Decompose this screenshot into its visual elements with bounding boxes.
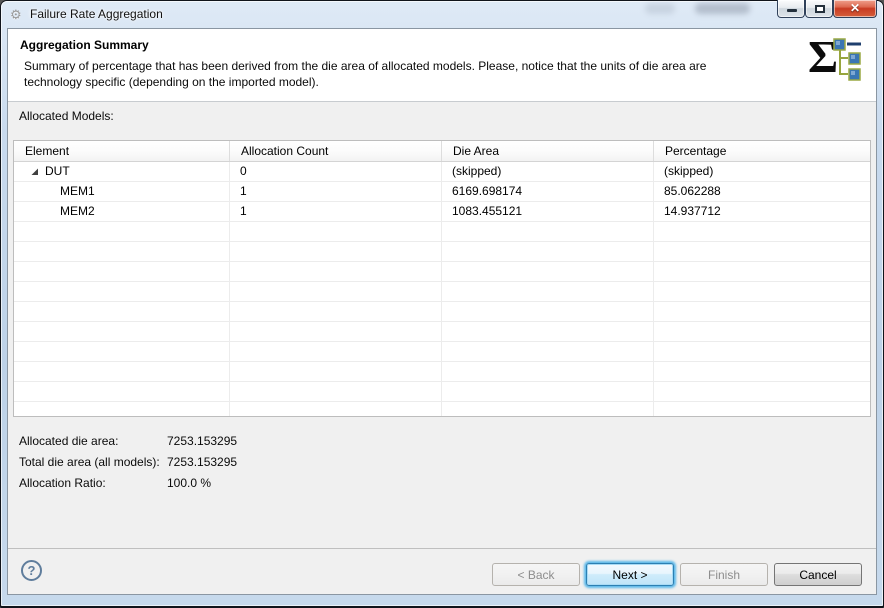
table-row-empty (14, 402, 870, 416)
table-row-empty (14, 262, 870, 282)
page-title: Aggregation Summary (20, 38, 149, 52)
summary-row-ratio: Allocation Ratio: 100.0 % (19, 473, 237, 494)
title-bar[interactable]: ⚙ Failure Rate Aggregation (0, 0, 884, 28)
summary-label: Allocated die area: (19, 434, 119, 448)
table-row-dut[interactable]: DUT 0 (skipped) (skipped) (14, 162, 870, 182)
column-header-allocation-count[interactable]: Allocation Count (230, 141, 442, 161)
close-icon: ✕ (849, 1, 861, 15)
finish-button[interactable]: Finish (680, 563, 768, 586)
cell-allocation-count: 0 (230, 162, 442, 181)
table-row-empty (14, 222, 870, 242)
table-row-mem2[interactable]: MEM2 1 1083.455121 14.937712 (14, 202, 870, 222)
table-row-mem1[interactable]: MEM1 1 6169.698174 85.062288 (14, 182, 870, 202)
table-row-empty (14, 382, 870, 402)
summary-value: 7253.153295 (167, 455, 238, 469)
app-gear-icon: ⚙ (10, 7, 22, 22)
summary-row-allocated: Allocated die area: 7253.153295 (19, 431, 237, 452)
cell-die-area: 1083.455121 (442, 202, 654, 221)
summary-value: 7253.153295 (167, 434, 238, 448)
summary-label: Allocation Ratio: (19, 476, 106, 490)
maximize-icon (815, 5, 825, 13)
back-button[interactable]: < Back (492, 563, 580, 586)
summary-label: Total die area (all models): (19, 455, 160, 469)
tree-cell-dut[interactable]: DUT (14, 162, 230, 181)
cell-allocation-count: 1 (230, 202, 442, 221)
window-title: Failure Rate Aggregation (30, 7, 163, 21)
table-body: DUT 0 (skipped) (skipped) MEM1 1 6169.69… (14, 162, 870, 416)
maximize-button[interactable] (805, 0, 833, 18)
next-button[interactable]: Next > (586, 563, 674, 586)
dialog-window: ⚙ Failure Rate Aggregation ✕ Aggregation… (0, 0, 884, 608)
cell-die-area: 6169.698174 (442, 182, 654, 201)
summary-value: 100.0 % (167, 476, 212, 490)
column-header-die-area[interactable]: Die Area (442, 141, 654, 161)
minimize-button[interactable] (777, 0, 805, 18)
table-row-empty (14, 322, 870, 342)
allocated-models-label: Allocated Models: (19, 109, 114, 123)
allocated-models-table[interactable]: Element Allocation Count Die Area Percen… (13, 140, 871, 417)
tree-expander-icon[interactable] (31, 168, 39, 176)
cell-percentage: (skipped) (664, 164, 714, 178)
summary-block: Allocated die area: 7253.153295 Total di… (19, 431, 237, 494)
table-row-empty (14, 362, 870, 382)
cell-percentage: 85.062288 (664, 184, 721, 198)
cell-allocation-count: 1 (230, 182, 442, 201)
tree-cell-mem2[interactable]: MEM2 (14, 202, 230, 221)
wizard-button-row: < Back Next > Finish Cancel (492, 563, 862, 586)
table-row-empty (14, 242, 870, 262)
cancel-button[interactable]: Cancel (774, 563, 862, 586)
sigma-hierarchy-icon: Σ (808, 33, 866, 85)
table-row-empty (14, 342, 870, 362)
table-row-empty (14, 302, 870, 322)
wizard-header: Aggregation Summary Summary of percentag… (8, 29, 876, 102)
table-header-row: Element Allocation Count Die Area Percen… (14, 141, 870, 162)
page-description: Summary of percentage that has been deri… (24, 59, 707, 89)
summary-row-total: Total die area (all models): 7253.153295 (19, 452, 237, 473)
dialog-content: Aggregation Summary Summary of percentag… (7, 28, 877, 595)
minimize-icon (787, 9, 797, 12)
tree-cell-mem1[interactable]: MEM1 (14, 182, 230, 201)
column-header-element[interactable]: Element (14, 141, 230, 161)
table-row-empty (14, 282, 870, 302)
cell-die-area: (skipped) (442, 162, 654, 181)
close-button[interactable]: ✕ (833, 0, 877, 18)
column-header-percentage[interactable]: Percentage (654, 141, 870, 161)
help-button[interactable]: ? (21, 560, 42, 581)
cell-percentage: 14.937712 (664, 204, 721, 218)
footer-separator (8, 548, 876, 549)
